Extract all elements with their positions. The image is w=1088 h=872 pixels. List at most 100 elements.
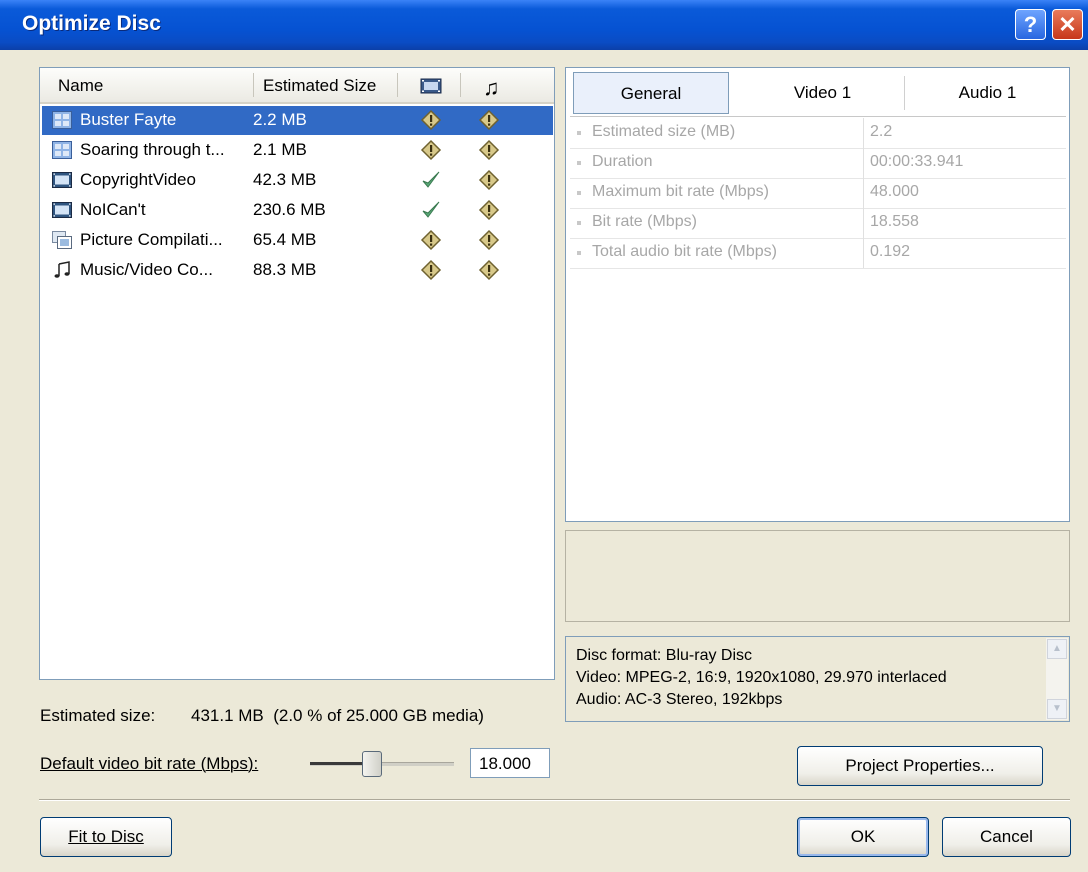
bitrate-input[interactable]: 18.000 — [470, 748, 550, 778]
property-label: Maximum bit rate (Mbps) — [592, 183, 769, 200]
estimated-size-value: 431.1 MB (2.0 % of 25.000 GB media) — [191, 706, 484, 725]
title-name: Picture Compilati... — [80, 230, 223, 249]
list-item[interactable]: CopyrightVideo 42.3 MB — [42, 166, 553, 195]
checkmark-icon — [420, 199, 442, 221]
bullet-icon — [577, 161, 581, 165]
separator — [39, 799, 1070, 801]
property-row[interactable]: Estimated size (MB) 2.2 — [570, 118, 1066, 149]
disc-info-scrollbar[interactable]: ▲ ▼ — [1046, 638, 1068, 720]
disc-video-text: Video: MPEG-2, 16:9, 1920x1080, 29.970 i… — [576, 669, 947, 686]
title-name: Buster Fayte — [80, 110, 177, 129]
chevron-down-icon: ▼ — [1052, 703, 1062, 714]
checkmark-icon — [420, 169, 442, 191]
music-note-icon: ♫ — [483, 75, 500, 100]
warning-icon — [478, 229, 500, 251]
film-icon — [52, 171, 72, 189]
column-header-estimated-size[interactable]: Estimated Size — [263, 76, 376, 96]
column-header-video[interactable] — [420, 77, 442, 100]
title-name: Music/Video Co... — [80, 260, 213, 279]
bullet-icon — [577, 221, 581, 225]
tab-general-label: General — [620, 84, 682, 103]
title-size: 230.6 MB — [253, 200, 326, 219]
tab-video-1[interactable]: Video 1 — [740, 72, 905, 114]
warning-icon — [478, 169, 500, 191]
bullet-icon — [577, 191, 581, 195]
property-label: Estimated size (MB) — [592, 123, 736, 140]
bitrate-slider[interactable] — [307, 749, 457, 781]
video-title-icon — [52, 141, 72, 159]
property-label: Bit rate (Mbps) — [592, 213, 697, 230]
title-name: CopyrightVideo — [80, 170, 196, 189]
warning-icon — [478, 259, 500, 281]
cancel-button[interactable]: Cancel — [942, 817, 1071, 857]
project-properties-button[interactable]: Project Properties... — [797, 746, 1043, 786]
property-row[interactable]: Bit rate (Mbps) 18.558 — [570, 208, 1066, 239]
disc-audio-text: Audio: AC-3 Stereo, 192kbps — [576, 691, 783, 708]
property-value: 48.000 — [870, 183, 919, 200]
list-header: Name Estimated Size ♫ — [40, 68, 554, 104]
title-size: 65.4 MB — [253, 230, 317, 249]
default-bitrate-label: Default video bit rate (Mbps): — [40, 754, 259, 773]
property-value: 00:00:33.941 — [870, 153, 964, 170]
music-note-icon — [52, 261, 72, 279]
estimated-size-label: Estimated size: — [40, 706, 156, 725]
title-bar: Optimize Disc ? ✕ — [0, 0, 1088, 50]
tab-video-1-label: Video 1 — [793, 83, 852, 102]
property-label: Duration — [592, 153, 653, 170]
warning-icon — [478, 109, 500, 131]
list-item[interactable]: Picture Compilati... 65.4 MB — [42, 226, 553, 255]
film-icon — [52, 201, 72, 219]
list-item[interactable]: NoICan't 230.6 MB — [42, 196, 553, 225]
bitrate-input-value: 18.000 — [479, 754, 531, 773]
list-item[interactable]: Soaring through t... 2.1 MB — [42, 136, 553, 165]
warning-icon — [420, 259, 442, 281]
title-size: 88.3 MB — [253, 260, 317, 279]
picture-compilation-icon — [52, 231, 72, 249]
fit-to-disc-label: Fit to Disc — [68, 827, 144, 846]
title-name: NoICan't — [80, 200, 146, 219]
property-row[interactable]: Maximum bit rate (Mbps) 48.000 — [570, 178, 1066, 209]
property-value: 18.558 — [870, 213, 919, 230]
property-row[interactable]: Total audio bit rate (Mbps) 0.192 — [570, 238, 1066, 269]
warning-icon — [478, 139, 500, 161]
bullet-icon — [577, 251, 581, 255]
window-title: Optimize Disc — [22, 12, 161, 35]
slider-thumb[interactable] — [362, 751, 382, 777]
title-size: 2.2 MB — [253, 110, 307, 129]
chevron-up-icon: ▲ — [1052, 643, 1062, 654]
help-button[interactable]: ? — [1015, 9, 1046, 40]
tab-general[interactable]: General — [573, 72, 729, 114]
title-size: 2.1 MB — [253, 140, 307, 159]
video-title-icon — [52, 111, 72, 129]
close-button[interactable]: ✕ — [1052, 9, 1083, 40]
property-label: Total audio bit rate (Mbps) — [592, 243, 777, 260]
warning-icon — [420, 139, 442, 161]
scroll-up-button[interactable]: ▲ — [1047, 639, 1067, 659]
warning-icon — [478, 199, 500, 221]
properties-panel: General Video 1 Audio 1 Estimated size (… — [565, 67, 1070, 522]
scroll-down-button[interactable]: ▼ — [1047, 699, 1067, 719]
property-row[interactable]: Duration 00:00:33.941 — [570, 148, 1066, 179]
column-header-audio[interactable]: ♫ — [483, 75, 500, 101]
warning-icon — [420, 229, 442, 251]
title-size: 42.3 MB — [253, 170, 317, 189]
help-icon: ? — [1023, 12, 1038, 37]
close-icon: ✕ — [1058, 12, 1077, 37]
list-item[interactable]: Music/Video Co... 88.3 MB — [42, 256, 553, 285]
tab-audio-1[interactable]: Audio 1 — [915, 72, 1060, 114]
property-tabs: General Video 1 Audio 1 — [570, 72, 1060, 114]
fit-to-disc-button[interactable]: Fit to Disc — [40, 817, 172, 857]
title-name: Soaring through t... — [80, 140, 225, 159]
tab-audio-1-label: Audio 1 — [958, 83, 1017, 102]
title-list[interactable]: Name Estimated Size ♫ Buster Fayte 2.2 MB… — [39, 67, 555, 680]
ok-button[interactable]: OK — [797, 817, 929, 857]
property-value: 2.2 — [870, 123, 893, 140]
description-area — [565, 530, 1070, 622]
column-header-name[interactable]: Name — [58, 76, 103, 96]
property-value: 0.192 — [870, 243, 911, 260]
disc-info-box: Disc format: Blu-ray Disc Video: MPEG-2,… — [565, 636, 1070, 722]
list-item[interactable]: Buster Fayte 2.2 MB — [42, 106, 553, 135]
disc-format-text: Disc format: Blu-ray Disc — [576, 647, 753, 664]
bullet-icon — [577, 131, 581, 135]
warning-icon — [420, 109, 442, 131]
